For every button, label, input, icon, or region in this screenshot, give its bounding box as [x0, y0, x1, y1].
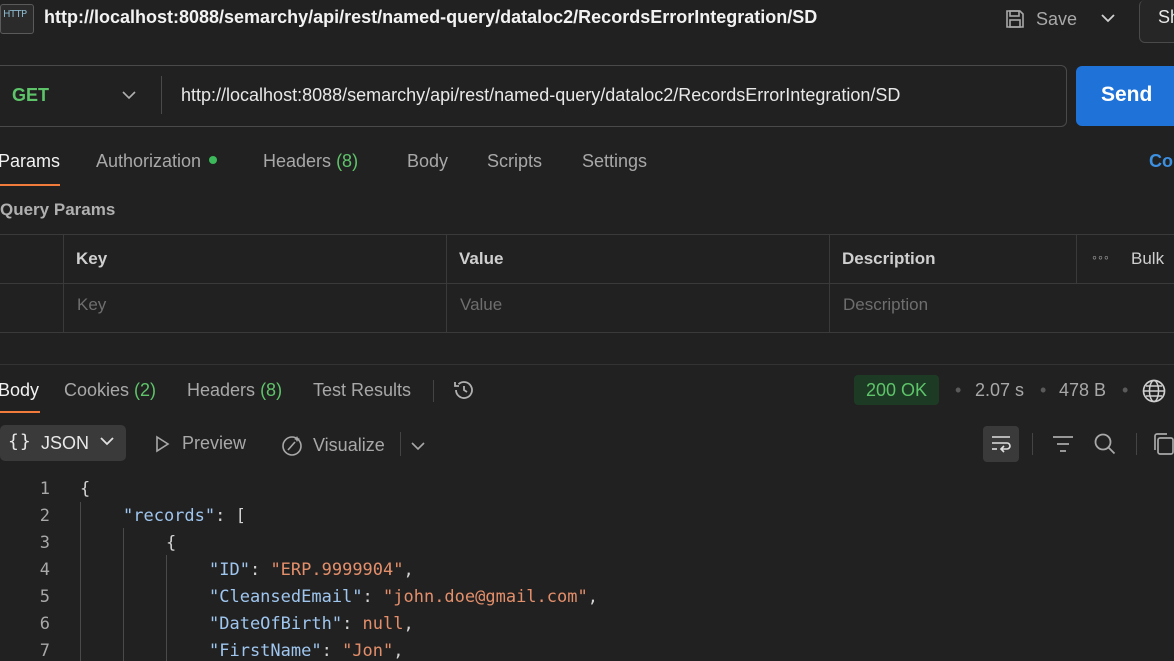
wrap-lines-button[interactable] — [983, 426, 1019, 462]
search-icon[interactable] — [1093, 432, 1117, 461]
share-button[interactable]: Sh — [1139, 0, 1174, 43]
description-input[interactable]: Description — [843, 295, 928, 315]
line-number: 7 — [39, 641, 50, 661]
json-braces-icon: {} — [8, 431, 32, 452]
code-line[interactable]: "CleansedEmail": "john.doe@gmail.com", — [209, 587, 598, 607]
chevron-down-icon — [1101, 14, 1115, 23]
divider — [0, 283, 1174, 284]
code-line[interactable]: "records": [ — [123, 506, 246, 526]
tab-headers[interactable]: Headers (8) — [263, 151, 358, 172]
http-request-icon: HTTP — [0, 4, 34, 34]
format-select[interactable]: {} JSON — [0, 425, 126, 461]
line-number: 3 — [39, 533, 50, 553]
visualize-options-button[interactable] — [410, 436, 426, 457]
bulk-edit-button[interactable]: Bulk — [1131, 249, 1164, 269]
indent-guide — [166, 555, 167, 661]
line-number: 4 — [39, 560, 50, 580]
query-params-title: Query Params — [0, 200, 116, 219]
separator-dot: • — [1122, 380, 1129, 400]
method-select[interactable]: GET — [12, 85, 49, 106]
divider — [0, 364, 1174, 365]
indent-guide — [123, 528, 124, 661]
visualize-icon — [282, 436, 302, 456]
tab-scripts[interactable]: Scripts — [487, 151, 542, 172]
line-number: 1 — [39, 479, 50, 499]
line-number: 6 — [39, 614, 50, 634]
code-line[interactable]: "DateOfBirth": null, — [209, 614, 414, 634]
chevron-down-icon — [122, 91, 136, 100]
save-label: Save — [1036, 8, 1078, 29]
globe-icon[interactable] — [1141, 378, 1167, 409]
divider — [161, 76, 162, 114]
save-button[interactable]: Save — [1004, 5, 1077, 33]
active-tab-indicator — [0, 411, 40, 413]
line-number: 5 — [39, 587, 50, 607]
status-badge[interactable]: 200 OK — [854, 375, 940, 405]
wrap-icon — [992, 436, 1011, 453]
response-tab-cookies[interactable]: Cookies (2) — [64, 380, 156, 401]
response-time[interactable]: 2.07 s — [975, 380, 1024, 401]
code-line[interactable]: "ID": "ERP.9999904", — [209, 560, 414, 580]
key-input[interactable]: Key — [77, 295, 106, 315]
divider — [446, 234, 447, 332]
divider — [829, 234, 830, 332]
divider — [1032, 433, 1033, 455]
divider — [400, 432, 401, 456]
column-header-description: Description — [842, 249, 936, 268]
play-icon — [156, 435, 170, 452]
code-line[interactable]: { — [166, 533, 176, 553]
divider — [0, 332, 1174, 333]
response-size[interactable]: 478 B — [1059, 380, 1106, 401]
history-icon[interactable] — [452, 378, 476, 407]
value-input[interactable]: Value — [460, 295, 502, 315]
column-header-key: Key — [76, 249, 108, 268]
code-line[interactable]: { — [80, 479, 90, 499]
filter-icon[interactable] — [1051, 433, 1075, 460]
chevron-down-icon — [100, 437, 114, 446]
tab-settings[interactable]: Settings — [582, 151, 647, 172]
save-icon — [1006, 10, 1024, 28]
tab-body[interactable]: Body — [407, 151, 448, 172]
tab-authorization[interactable]: Authorization — [96, 151, 218, 172]
divider — [1076, 234, 1077, 283]
separator-dot: • — [1040, 380, 1047, 400]
response-tab-headers[interactable]: Headers (8) — [187, 380, 282, 401]
response-tab-test-results[interactable]: Test Results — [313, 380, 411, 401]
url-input[interactable]: http://localhost:8088/semarchy/api/rest/… — [181, 85, 900, 106]
preview-button[interactable]: Preview — [152, 433, 246, 454]
separator-dot: • — [955, 380, 962, 400]
status-dot-icon — [209, 156, 218, 165]
divider — [63, 234, 64, 332]
copy-icon[interactable] — [1153, 432, 1174, 461]
save-options-button[interactable] — [1094, 4, 1122, 32]
visualize-button[interactable]: Visualize — [280, 433, 385, 457]
active-tab-indicator — [0, 184, 60, 186]
tab-params[interactable]: Params — [0, 151, 60, 172]
send-button[interactable]: Send — [1076, 66, 1174, 126]
request-title[interactable]: http://localhost:8088/semarchy/api/rest/… — [44, 7, 817, 28]
indent-guide — [80, 502, 81, 661]
code-line[interactable]: "FirstName": "Jon", — [209, 641, 404, 661]
more-options-icon[interactable]: ◦◦◦ — [1092, 249, 1110, 265]
method-dropdown[interactable] — [118, 84, 140, 106]
response-tab-body[interactable]: Body — [0, 380, 39, 401]
chevron-down-icon — [411, 442, 425, 451]
divider — [0, 234, 1174, 235]
cookies-link[interactable]: Co — [1149, 151, 1173, 172]
column-header-value: Value — [459, 249, 504, 268]
divider — [433, 380, 434, 402]
line-number: 2 — [39, 506, 50, 526]
divider — [1136, 433, 1137, 455]
